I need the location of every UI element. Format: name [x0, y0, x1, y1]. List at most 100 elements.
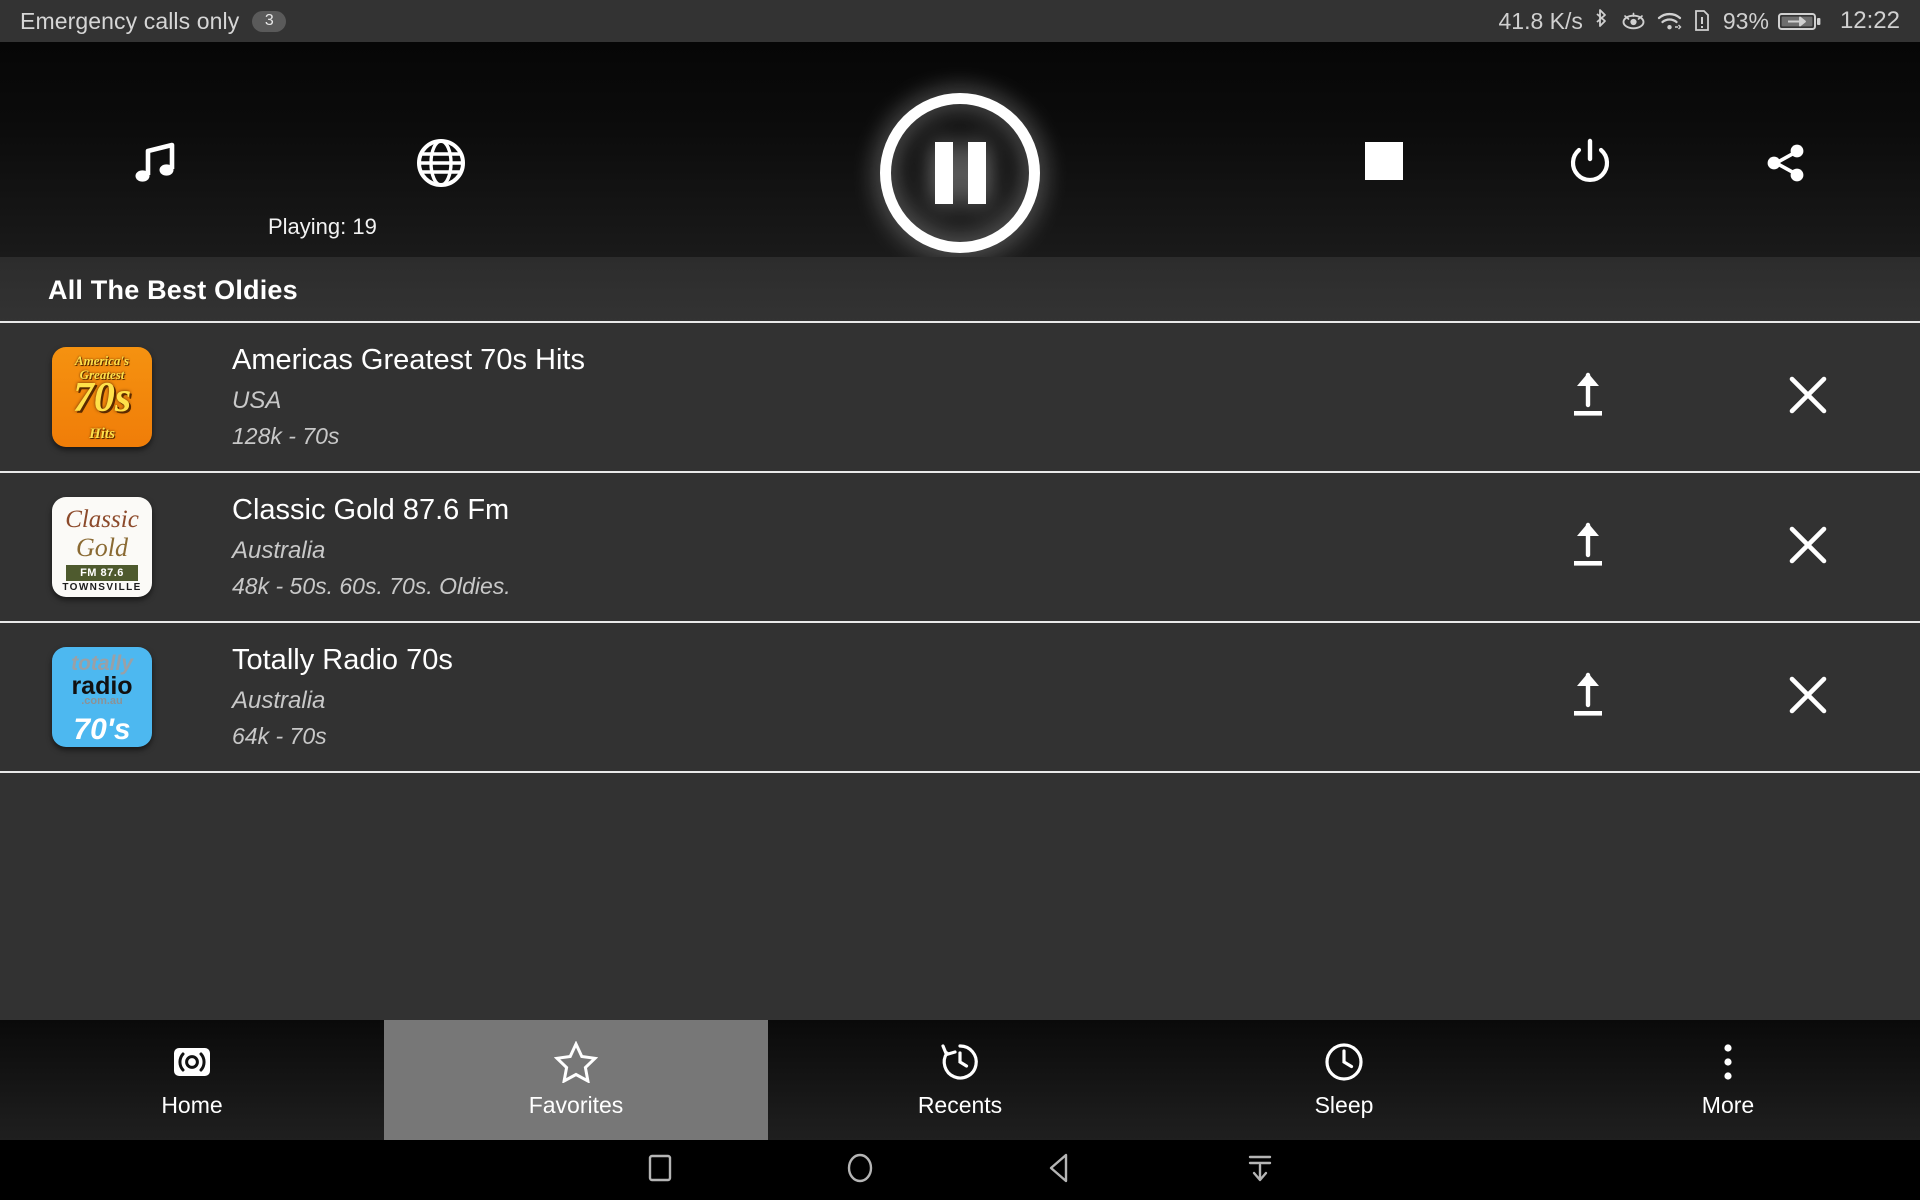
radio-app-screen: Emergency calls only 3 41.8 K/s 93% 12:2…	[0, 0, 1920, 1200]
share-icon	[1760, 137, 1812, 194]
station-info: Americas Greatest 70s Hits USA 128k - 70…	[232, 344, 1528, 450]
power-button[interactable]	[1565, 137, 1615, 192]
station-logo: America's Greatest 70s Hits	[52, 347, 152, 447]
nav-back-button[interactable]	[1020, 1140, 1100, 1200]
move-to-top-button[interactable]	[1528, 669, 1648, 726]
pause-icon	[880, 93, 1040, 253]
android-status-bar: Emergency calls only 3 41.8 K/s 93% 12:2…	[0, 0, 1920, 42]
globe-button[interactable]	[415, 137, 467, 194]
nav-recents-button[interactable]	[620, 1140, 700, 1200]
row-actions	[1528, 519, 1920, 576]
section-title-bar: All The Best Oldies	[0, 257, 1920, 323]
share-button[interactable]	[1760, 137, 1812, 194]
sim-alert-icon	[1692, 8, 1712, 34]
station-logo-wrap: totally radio .com.au 70's	[52, 647, 152, 747]
player-control-bar: Playing: 19	[0, 42, 1920, 257]
tab-home[interactable]: Home	[0, 1020, 384, 1140]
carrier-label: Emergency calls only	[20, 7, 240, 34]
row-actions	[1528, 369, 1920, 426]
table-row[interactable]: Classic Gold FM 87.6 TOWNSVILLE Classic …	[0, 473, 1920, 623]
tab-recents[interactable]: Recents	[768, 1020, 1152, 1140]
square-icon	[644, 1151, 676, 1190]
network-speed-label: 41.8 K/s	[1498, 7, 1583, 34]
tab-favorites[interactable]: Favorites	[384, 1020, 768, 1140]
logo-line-3: TOWNSVILLE	[62, 582, 142, 593]
logo-line-1: Classic	[65, 506, 139, 533]
station-meta: 64k - 70s	[232, 723, 327, 749]
clock-icon	[1323, 1041, 1365, 1083]
move-to-top-icon	[1567, 369, 1609, 426]
tab-label: Recents	[917, 1092, 1003, 1118]
tab-sleep[interactable]: Sleep	[1152, 1020, 1536, 1140]
bluetooth-icon	[1592, 8, 1611, 34]
playing-count-label: Playing: 19	[268, 214, 377, 239]
logo-line-3: Hits	[89, 426, 115, 442]
station-list: America's Greatest 70s Hits Americas Gre…	[0, 323, 1920, 773]
nav-home-button[interactable]	[820, 1140, 900, 1200]
station-logo: totally radio .com.au 70's	[52, 647, 152, 747]
triangle-back-icon	[1043, 1151, 1077, 1190]
logo-line-big: 70's	[73, 712, 131, 746]
stop-button[interactable]	[1365, 142, 1403, 180]
tab-more[interactable]: More	[1536, 1020, 1920, 1140]
tab-label: Favorites	[528, 1092, 624, 1118]
delete-station-button[interactable]	[1748, 671, 1868, 724]
delete-station-button[interactable]	[1748, 521, 1868, 574]
music-note-icon	[128, 137, 182, 196]
clock-label: 12:22	[1839, 7, 1900, 34]
status-bar-left: Emergency calls only 3	[20, 7, 287, 35]
row-actions	[1528, 669, 1920, 726]
station-name: Americas Greatest 70s Hits	[232, 344, 585, 376]
logo-line-big: 70s	[72, 375, 132, 421]
globe-icon	[415, 137, 467, 194]
station-country: Australia	[232, 687, 326, 714]
circle-icon	[843, 1151, 877, 1190]
music-note-button[interactable]	[128, 137, 182, 196]
empty-list-area	[0, 779, 1920, 1020]
more-vert-icon	[1718, 1041, 1738, 1083]
tab-label: Home	[161, 1092, 223, 1118]
android-navigation-bar	[0, 1140, 1920, 1200]
eye-icon	[1620, 8, 1647, 34]
station-name: Totally Radio 70s	[232, 644, 453, 676]
station-logo-wrap: America's Greatest 70s Hits	[52, 347, 152, 447]
logo-line-1: totally	[71, 652, 133, 675]
wifi-icon	[1656, 8, 1683, 34]
page-title: All The Best Oldies	[48, 274, 298, 305]
close-icon	[1784, 371, 1832, 424]
station-meta: 48k - 50s. 60s. 70s. Oldies.	[232, 573, 511, 599]
tab-label: Sleep	[1314, 1092, 1374, 1118]
station-country: Australia	[232, 537, 326, 564]
nav-hide-button[interactable]	[1220, 1140, 1300, 1200]
hide-navbar-icon	[1243, 1151, 1277, 1190]
station-name: Classic Gold 87.6 Fm	[232, 494, 510, 526]
logo-line-3: .com.au	[81, 695, 123, 707]
station-info: Classic Gold 87.6 Fm Australia 48k - 50s…	[232, 494, 1528, 600]
station-meta: 128k - 70s	[232, 423, 340, 449]
stop-icon	[1365, 142, 1403, 180]
close-icon	[1784, 671, 1832, 724]
station-info: Totally Radio 70s Australia 64k - 70s	[232, 644, 1528, 750]
bottom-tab-bar: Home Favorites Recents Sleep More	[0, 1020, 1920, 1140]
move-to-top-icon	[1567, 669, 1609, 726]
table-row[interactable]: totally radio .com.au 70's Totally Radio…	[0, 623, 1920, 773]
notification-count-badge: 3	[252, 10, 287, 32]
move-to-top-button[interactable]	[1528, 369, 1648, 426]
logo-line-2: Gold	[76, 533, 128, 562]
battery-charging-icon	[1777, 8, 1822, 34]
delete-station-button[interactable]	[1748, 371, 1868, 424]
play-pause-button[interactable]	[877, 90, 1043, 256]
star-icon	[554, 1041, 598, 1083]
station-logo: Classic Gold FM 87.6 TOWNSVILLE	[52, 497, 152, 597]
station-country: USA	[232, 387, 282, 414]
close-icon	[1784, 521, 1832, 574]
move-to-top-button[interactable]	[1528, 519, 1648, 576]
logo-badge: FM 87.6	[66, 565, 138, 582]
table-row[interactable]: America's Greatest 70s Hits Americas Gre…	[0, 323, 1920, 473]
broadcast-icon	[171, 1041, 213, 1083]
battery-percent-label: 93%	[1722, 7, 1769, 34]
power-icon	[1565, 137, 1615, 192]
station-logo-wrap: Classic Gold FM 87.6 TOWNSVILLE	[52, 497, 152, 597]
move-to-top-icon	[1567, 519, 1609, 576]
logo-line-1: America's	[74, 353, 130, 368]
